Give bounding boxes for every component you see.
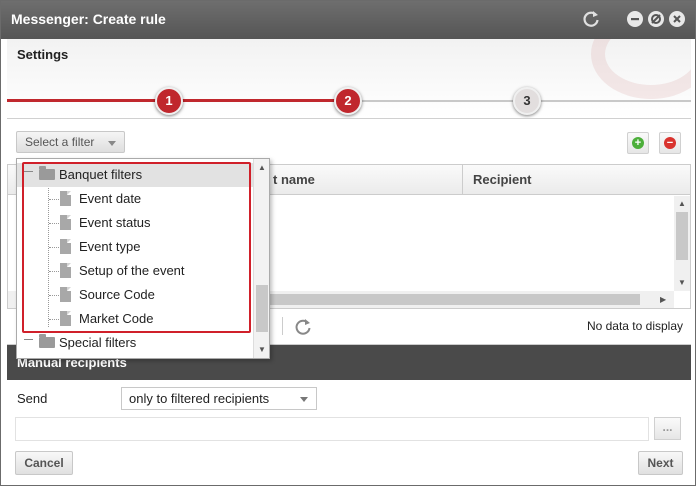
add-icon: + xyxy=(632,137,644,149)
window-title: Messenger: Create rule xyxy=(11,11,166,27)
scroll-right-icon[interactable]: ▶ xyxy=(660,295,666,304)
step-2[interactable]: 2 xyxy=(334,87,362,115)
filter-dropdown[interactable]: Banquet filters Event date Event status … xyxy=(16,158,270,359)
dropdown-scroll-thumb[interactable] xyxy=(256,285,268,332)
cancel-button[interactable]: Cancel xyxy=(15,451,73,475)
document-icon xyxy=(60,287,71,302)
document-icon xyxy=(60,215,71,230)
scroll-down-icon[interactable]: ▼ xyxy=(258,345,266,354)
document-icon xyxy=(60,191,71,206)
chevron-down-icon xyxy=(300,397,308,402)
decorative-swirl xyxy=(591,39,691,99)
tree-connector xyxy=(49,223,59,224)
tree-item-event-date[interactable]: Event date xyxy=(17,187,253,211)
folder-icon xyxy=(39,334,55,348)
settings-header: Settings 1 2 3 xyxy=(7,39,691,119)
restore-icon[interactable] xyxy=(648,11,664,27)
scroll-up-icon[interactable]: ▲ xyxy=(678,199,686,208)
add-filter-button[interactable]: + xyxy=(627,132,649,154)
browse-recipients-button[interactable]: ... xyxy=(654,417,681,440)
tree-connector xyxy=(49,199,59,200)
minimize-icon[interactable] xyxy=(627,11,643,27)
tree-item-label: Event date xyxy=(79,191,142,206)
pager-divider xyxy=(282,317,283,335)
tree-item-label: Event status xyxy=(79,215,151,230)
grid-vertical-scrollbar[interactable]: ▲ ▼ xyxy=(674,196,690,291)
close-icon[interactable] xyxy=(669,11,685,27)
tree-item-label: Event type xyxy=(79,239,141,254)
dropdown-scrollbar[interactable]: ▲ ▼ xyxy=(253,159,269,358)
expand-icon[interactable] xyxy=(24,339,33,348)
collapse-icon[interactable] xyxy=(24,171,33,180)
folder-icon xyxy=(39,166,55,180)
tree-group-special-filters[interactable]: Special filters xyxy=(17,331,253,355)
tree-connector xyxy=(49,295,59,296)
tree-item-label: Setup of the event xyxy=(79,263,185,278)
tree-item-setup-of-the-event[interactable]: Setup of the event xyxy=(17,259,253,283)
select-filter-label: Select a filter xyxy=(25,135,95,149)
remove-icon: − xyxy=(664,137,676,149)
select-filter-button[interactable]: Select a filter xyxy=(16,131,125,153)
create-rule-dialog: Messenger: Create rule Settings 1 2 3 Se… xyxy=(0,0,696,486)
document-icon xyxy=(60,239,71,254)
column-header-recipient[interactable]: Recipient xyxy=(462,165,690,195)
tree-item-label: Source Code xyxy=(79,287,155,302)
tree-group-label: Banquet filters xyxy=(59,167,143,182)
next-button[interactable]: Next xyxy=(638,451,683,475)
settings-title: Settings xyxy=(17,47,69,62)
manual-recipients-input[interactable] xyxy=(15,417,649,441)
grid-hscroll-thumb[interactable] xyxy=(248,294,640,305)
scroll-down-icon[interactable]: ▼ xyxy=(678,278,686,287)
send-label: Send xyxy=(17,391,48,406)
tree-item-source-code[interactable]: Source Code xyxy=(17,283,253,307)
refresh-icon[interactable] xyxy=(581,9,601,29)
chevron-down-icon xyxy=(108,141,116,146)
document-icon xyxy=(60,311,71,326)
empty-grid-message: No data to display xyxy=(586,319,683,333)
step-3[interactable]: 3 xyxy=(513,87,541,115)
scroll-up-icon[interactable]: ▲ xyxy=(258,163,266,172)
step-1[interactable]: 1 xyxy=(155,87,183,115)
tree-connector xyxy=(49,271,59,272)
grid-vscroll-thumb[interactable] xyxy=(676,212,688,260)
send-mode-value: only to filtered recipients xyxy=(129,391,270,406)
title-bar: Messenger: Create rule xyxy=(1,1,695,39)
tree-item-label: Market Code xyxy=(79,311,154,326)
tree-group-banquet-filters[interactable]: Banquet filters xyxy=(17,163,253,187)
document-icon xyxy=(60,263,71,278)
send-mode-select[interactable]: only to filtered recipients xyxy=(121,387,317,410)
column-header-name[interactable]: t name xyxy=(263,165,462,195)
tree-item-event-type[interactable]: Event type xyxy=(17,235,253,259)
refresh-icon[interactable] xyxy=(293,317,313,337)
tree-connector xyxy=(49,319,59,320)
tree-item-market-code[interactable]: Market Code xyxy=(17,307,253,331)
tree-group-label: Special filters xyxy=(59,335,137,350)
remove-filter-button[interactable]: − xyxy=(659,132,681,154)
tree-item-event-status[interactable]: Event status xyxy=(17,211,253,235)
tree-connector xyxy=(49,247,59,248)
